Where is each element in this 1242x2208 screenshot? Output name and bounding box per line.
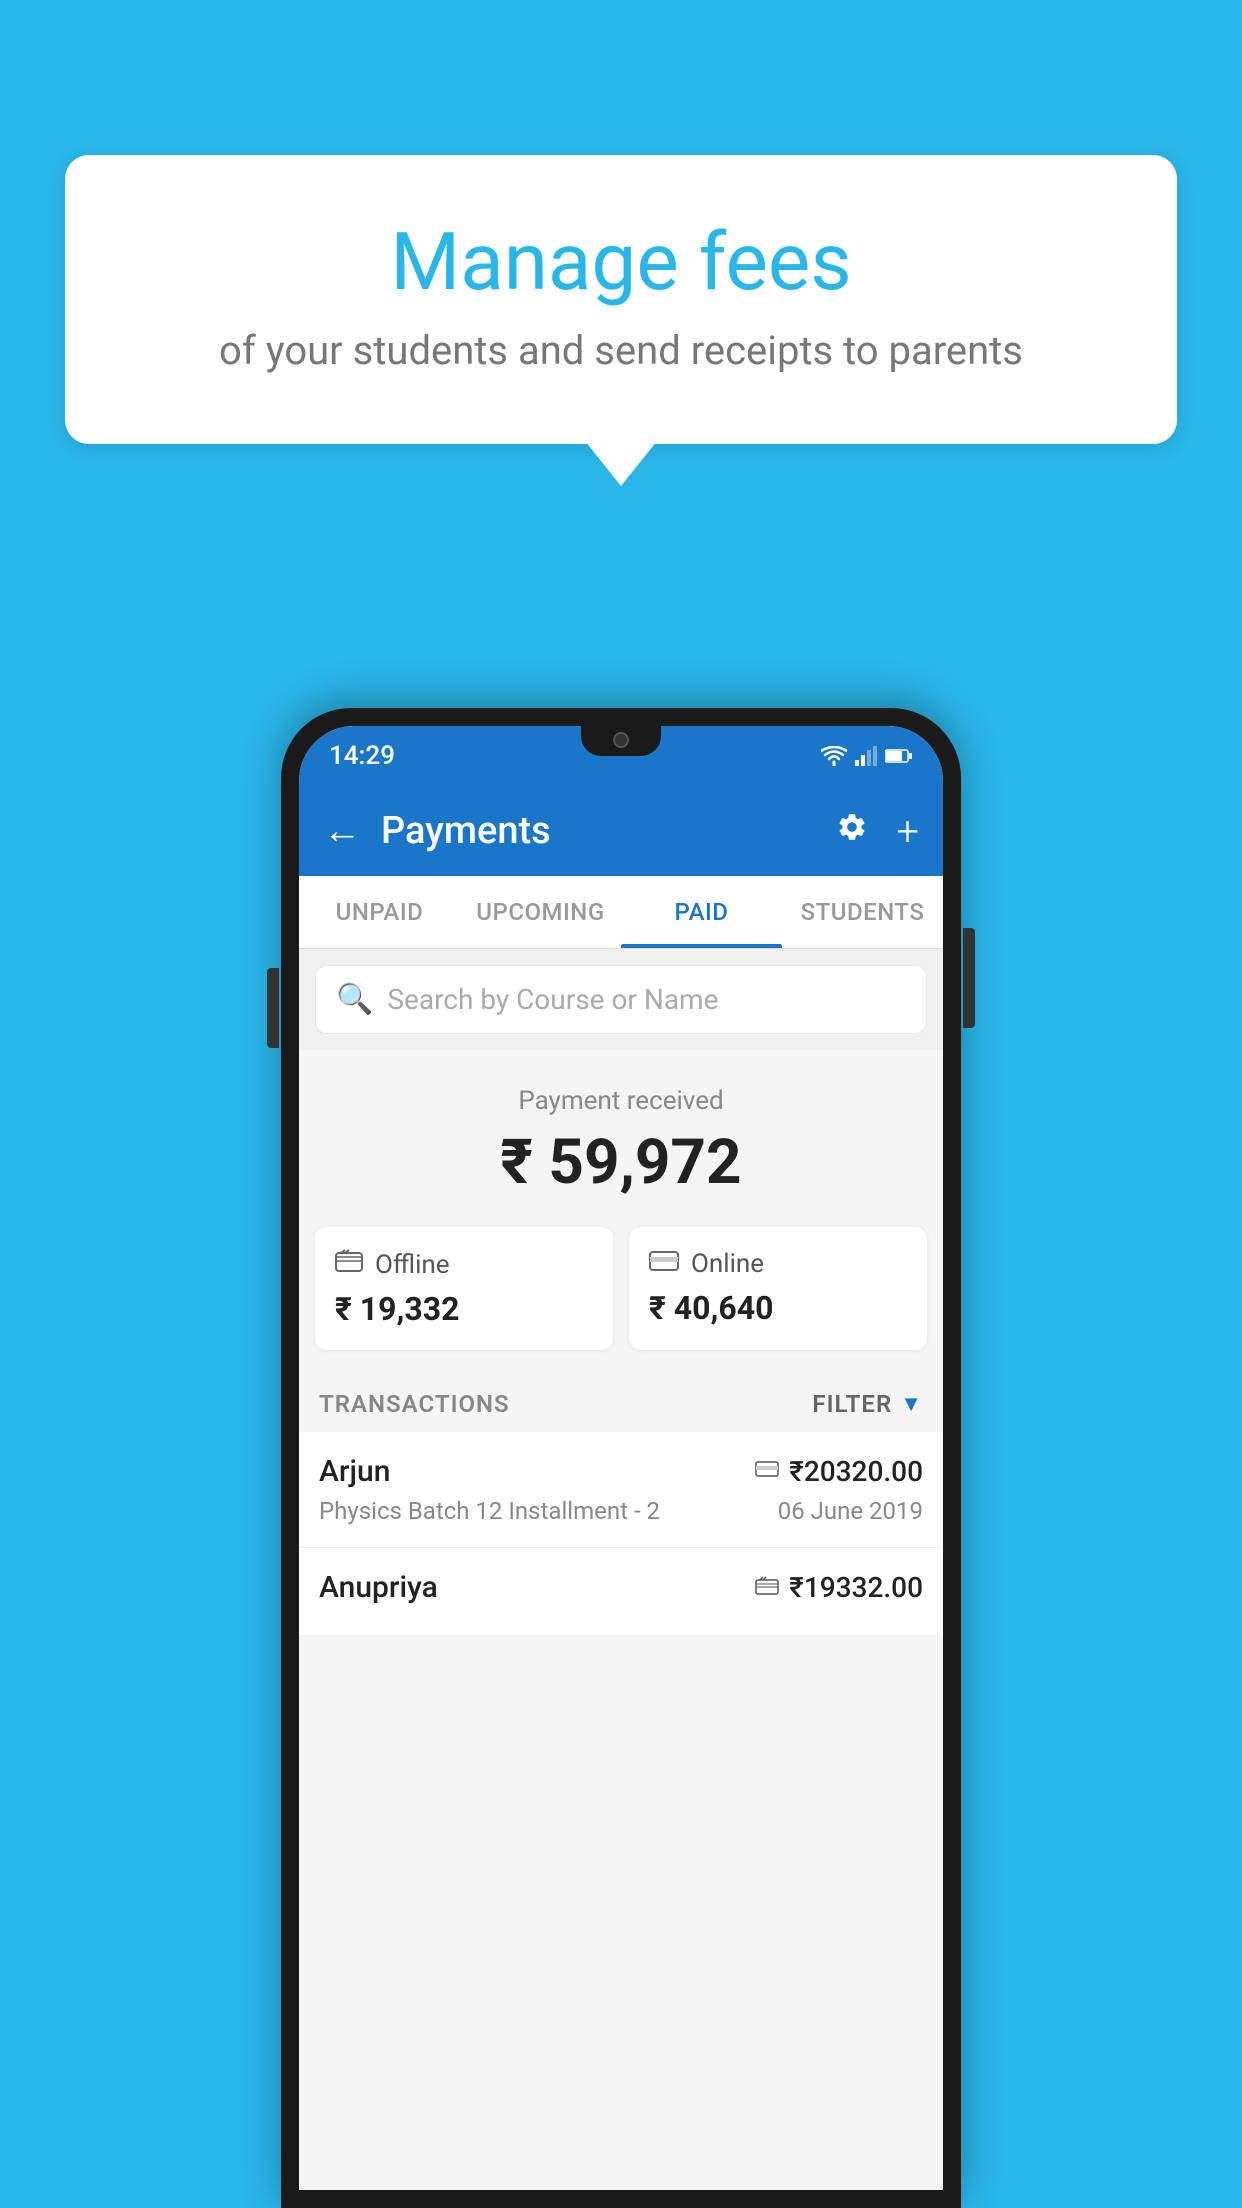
- transactions-header: TRANSACTIONS FILTER ▼: [299, 1370, 943, 1432]
- offline-card-header: Offline: [335, 1249, 593, 1280]
- offline-payment-card: Offline ₹ 19,332: [315, 1227, 613, 1350]
- tab-upcoming[interactable]: UPCOMING: [460, 876, 621, 948]
- payment-summary: Payment received ₹ 59,972: [299, 1050, 943, 1227]
- transaction-amount: ₹19332.00: [789, 1571, 923, 1604]
- transaction-amount-row: ₹19332.00: [755, 1571, 923, 1604]
- app-title: Payments: [381, 809, 836, 853]
- transaction-bottom: Physics Batch 12 Installment - 2 06 June…: [319, 1497, 923, 1525]
- transaction-name: Arjun: [319, 1454, 390, 1489]
- search-placeholder: Search by Course or Name: [387, 983, 718, 1016]
- back-button[interactable]: ←: [323, 809, 361, 853]
- online-icon: [649, 1249, 679, 1279]
- transaction-course: Physics Batch 12 Installment - 2: [319, 1497, 660, 1525]
- search-icon: 🔍: [336, 982, 373, 1017]
- online-amount: ₹ 40,640: [649, 1289, 907, 1327]
- status-time: 14:29: [329, 741, 395, 771]
- tab-students[interactable]: STUDENTS: [782, 876, 943, 948]
- wallet-mode-icon: [755, 1576, 779, 1596]
- notch: [581, 726, 661, 756]
- online-payment-card: Online ₹ 40,640: [629, 1227, 927, 1350]
- filter-icon: ▼: [900, 1391, 923, 1417]
- settings-icon: [836, 811, 868, 843]
- offline-amount: ₹ 19,332: [335, 1290, 593, 1328]
- bubble-subtitle: of your students and send receipts to pa…: [120, 327, 1122, 374]
- payment-received-amount: ₹ 59,972: [323, 1126, 919, 1199]
- transaction-amount-row: ₹20320.00: [755, 1455, 923, 1488]
- phone-screen: 14:29: [299, 726, 943, 2190]
- add-button[interactable]: +: [896, 808, 919, 855]
- wifi-icon: [821, 746, 847, 766]
- tab-unpaid[interactable]: UNPAID: [299, 876, 460, 948]
- offline-icon: [335, 1249, 363, 1280]
- payment-mode-icon: [755, 1461, 779, 1483]
- status-bar: 14:29: [299, 726, 943, 786]
- transaction-amount: ₹20320.00: [789, 1455, 923, 1488]
- search-bar[interactable]: 🔍 Search by Course or Name: [315, 965, 927, 1034]
- phone-frame: 14:29: [281, 708, 961, 2208]
- wallet-icon: [335, 1249, 363, 1273]
- notch-camera: [613, 732, 629, 748]
- card-mode-icon: [755, 1461, 779, 1479]
- credit-card-icon: [649, 1250, 679, 1272]
- offline-label: Offline: [375, 1250, 450, 1280]
- status-icons: [821, 746, 913, 766]
- transaction-top: Anupriya ₹19332.00: [319, 1570, 923, 1605]
- filter-label: FILTER: [812, 1390, 892, 1418]
- tabs: UNPAID UPCOMING PAID STUDENTS: [299, 876, 943, 949]
- transaction-name: Anupriya: [319, 1570, 438, 1605]
- signal-icon: [855, 746, 877, 766]
- transactions-label: TRANSACTIONS: [319, 1390, 510, 1418]
- app-bar: ← Payments +: [299, 786, 943, 876]
- online-card-header: Online: [649, 1249, 907, 1279]
- main-content: Payment received ₹ 59,972: [299, 1050, 943, 2190]
- tab-paid[interactable]: PAID: [621, 876, 782, 948]
- payment-mode-icon-offline: [755, 1576, 779, 1600]
- transaction-item-anupriya[interactable]: Anupriya ₹19332.00: [299, 1548, 943, 1636]
- speech-bubble-card: Manage fees of your students and send re…: [65, 155, 1177, 444]
- payment-received-label: Payment received: [323, 1086, 919, 1116]
- app-bar-actions: +: [836, 808, 919, 855]
- bubble-title: Manage fees: [120, 215, 1122, 309]
- transaction-item-arjun[interactable]: Arjun ₹20320.00 Physics Batch 12 Install…: [299, 1432, 943, 1548]
- filter-button[interactable]: FILTER ▼: [812, 1390, 923, 1418]
- settings-button[interactable]: [836, 811, 868, 851]
- battery-icon: [885, 748, 913, 764]
- online-label: Online: [691, 1249, 764, 1279]
- transaction-top: Arjun ₹20320.00: [319, 1454, 923, 1489]
- transaction-date: 06 June 2019: [778, 1497, 923, 1525]
- payment-cards: Offline ₹ 19,332 Online: [299, 1227, 943, 1370]
